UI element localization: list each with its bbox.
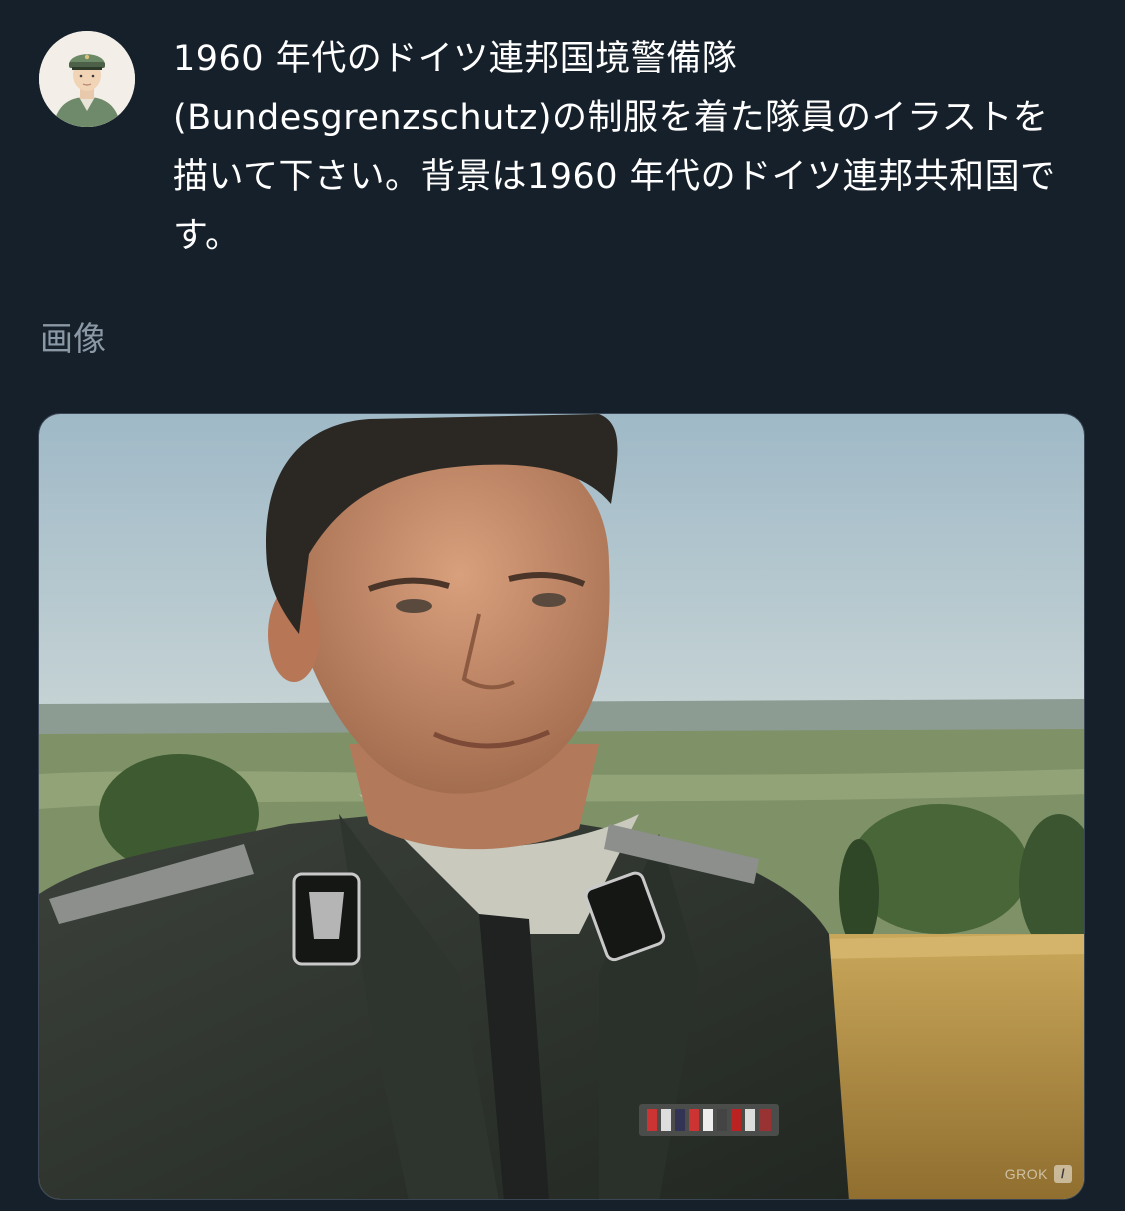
generated-image[interactable]: GROK / bbox=[38, 413, 1085, 1200]
avatar-illustration bbox=[39, 31, 135, 127]
grok-watermark: GROK / bbox=[1005, 1165, 1072, 1183]
slash-icon: / bbox=[1054, 1165, 1072, 1183]
prompt-text: 1960 年代のドイツ連邦国境警備隊(Bundesgrenzschutz)の制服… bbox=[173, 39, 1056, 256]
watermark-text: GROK bbox=[1004, 1166, 1048, 1182]
soldier-portrait-illustration bbox=[39, 414, 1084, 1199]
image-section-label: 画像 bbox=[40, 319, 106, 358]
user-avatar[interactable] bbox=[39, 31, 135, 127]
